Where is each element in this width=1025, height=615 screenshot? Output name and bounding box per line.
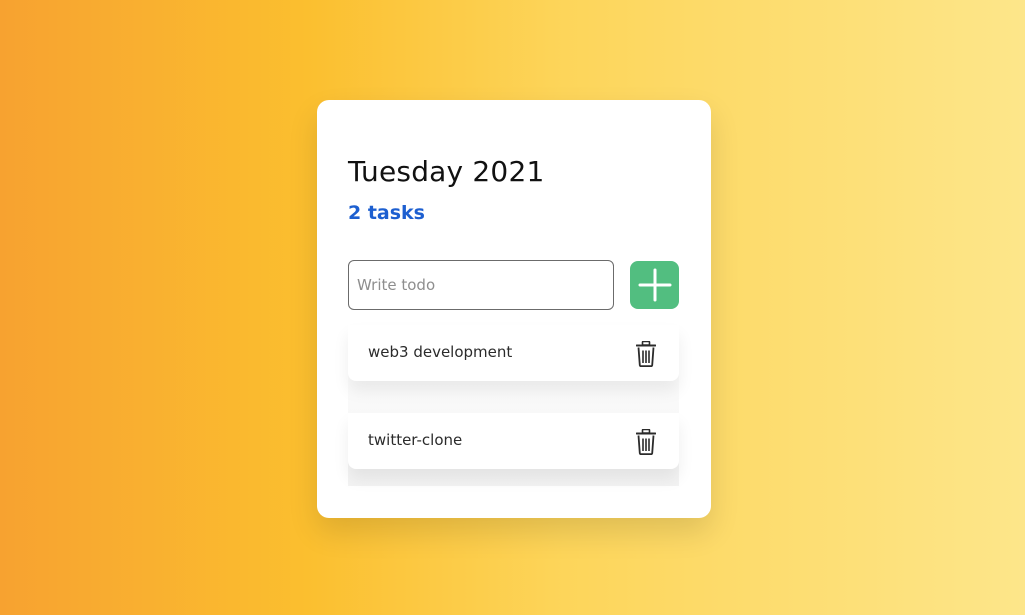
trash-icon <box>636 428 656 456</box>
trash-icon <box>636 340 656 368</box>
todo-card: Tuesday 2021 2 tasks web3 development <box>317 100 711 518</box>
plus-icon <box>638 268 671 302</box>
add-todo-button[interactable] <box>630 261 679 309</box>
delete-todo-button[interactable] <box>635 428 657 456</box>
todo-list: web3 development twitter-clone <box>348 325 679 486</box>
task-count: 2 tasks <box>348 202 425 224</box>
page-title: Tuesday 2021 <box>348 155 545 188</box>
todo-item-label: twitter-clone <box>368 431 463 449</box>
todo-item: twitter-clone <box>348 413 679 469</box>
todo-input[interactable] <box>348 260 614 310</box>
todo-item: web3 development <box>348 325 679 381</box>
todo-item-label: web3 development <box>368 343 513 361</box>
delete-todo-button[interactable] <box>635 340 657 368</box>
